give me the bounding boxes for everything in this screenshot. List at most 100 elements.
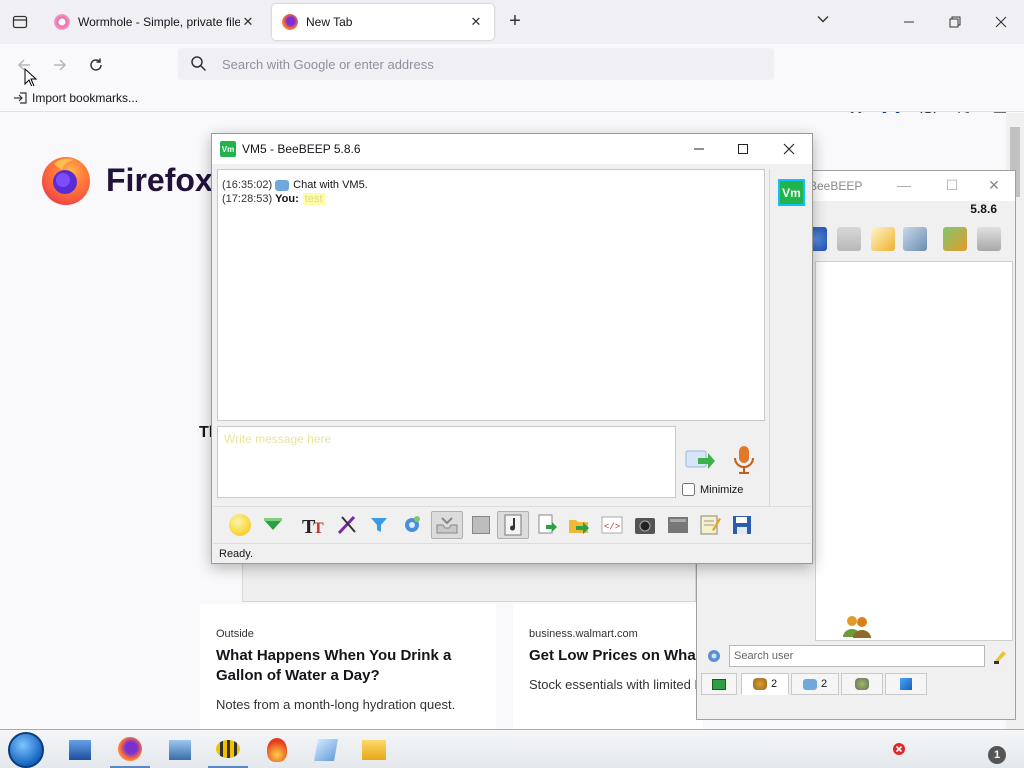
home-icon[interactable] bbox=[837, 227, 861, 251]
story-headline: What Happens When You Drink a Gallon of … bbox=[216, 647, 452, 684]
firefox-icon bbox=[118, 737, 142, 761]
tab-close-icon[interactable]: ✕ bbox=[240, 14, 256, 30]
main-tabs: 2 2 bbox=[701, 671, 1013, 697]
send-folder-button[interactable] bbox=[565, 511, 593, 539]
tab-wormhole[interactable]: Wormhole - Simple, private file ✕ bbox=[44, 4, 266, 40]
member-avatar[interactable]: Vm bbox=[778, 179, 805, 206]
html-button[interactable]: </> bbox=[598, 511, 626, 539]
sound-button[interactable] bbox=[497, 511, 529, 539]
message-timestamp: (16:35:02) bbox=[222, 179, 273, 191]
taskbar-notepad-app[interactable] bbox=[306, 732, 346, 768]
taskbar-beebeep-app[interactable] bbox=[208, 732, 248, 768]
send-file-button[interactable] bbox=[533, 511, 561, 539]
tab-close-icon[interactable]: ✕ bbox=[468, 14, 484, 30]
notes-button[interactable] bbox=[696, 511, 724, 539]
chat-message: (17:28:53) You: test bbox=[222, 192, 760, 206]
inbox-icon bbox=[436, 517, 458, 534]
share-icon[interactable] bbox=[943, 227, 967, 251]
save-chat-button[interactable] bbox=[431, 511, 463, 539]
tab-shares[interactable] bbox=[885, 673, 927, 695]
message-sender: You: bbox=[275, 193, 299, 205]
windows-taskbar: 1 bbox=[0, 729, 1024, 768]
chat-message-log[interactable]: (16:35:02) Chat with VM5. (17:28:53) You… bbox=[217, 169, 765, 421]
taskbar-firefox-app[interactable] bbox=[110, 732, 150, 768]
story-card[interactable]: Outside What Happens When You Drink a Ga… bbox=[200, 604, 496, 729]
clear-chat-button[interactable] bbox=[664, 511, 692, 539]
restore-icon bbox=[949, 16, 961, 28]
tab-groups[interactable] bbox=[841, 673, 883, 695]
new-tab-button[interactable]: + bbox=[505, 10, 525, 34]
taskbar-network-app[interactable] bbox=[160, 732, 200, 768]
message-input[interactable] bbox=[218, 427, 675, 497]
main-maximize-button[interactable]: ☐ bbox=[943, 177, 961, 195]
tab-chats[interactable]: 2 bbox=[791, 673, 839, 695]
main-minimize-button[interactable]: — bbox=[895, 177, 913, 195]
tray-error-icon[interactable] bbox=[892, 742, 906, 756]
emoticon-button[interactable] bbox=[226, 511, 254, 539]
document-arrow-icon bbox=[538, 514, 557, 534]
gear-icon[interactable] bbox=[705, 647, 723, 665]
taskbar-flame-app[interactable] bbox=[257, 732, 297, 768]
address-input[interactable] bbox=[222, 54, 742, 74]
tab-new-tab[interactable]: New Tab ✕ bbox=[272, 4, 494, 40]
microphone-icon[interactable] bbox=[732, 444, 756, 476]
settings-tools-icon[interactable] bbox=[903, 227, 927, 251]
trash-icon[interactable] bbox=[977, 227, 1001, 251]
expand-button[interactable] bbox=[259, 511, 287, 539]
chat-window-titlebar: Vm VM5 - BeeBEEP 5.8.6 bbox=[212, 134, 812, 164]
flag-icon bbox=[900, 678, 912, 690]
chat-maximize-button[interactable] bbox=[728, 139, 758, 159]
address-bar[interactable] bbox=[178, 48, 774, 80]
import-bookmarks-link[interactable]: Import bookmarks... bbox=[12, 91, 138, 105]
save-button[interactable] bbox=[728, 511, 756, 539]
send-message-icon[interactable] bbox=[684, 446, 716, 474]
chat-close-button[interactable] bbox=[774, 139, 804, 159]
minimize-check[interactable] bbox=[682, 483, 695, 496]
font-icon: TT bbox=[302, 516, 324, 536]
main-close-button[interactable]: ✕ bbox=[985, 177, 1003, 195]
folder-icon bbox=[362, 740, 386, 760]
filter-button[interactable] bbox=[365, 511, 393, 539]
taskbar-explorer-app[interactable] bbox=[60, 732, 100, 768]
story-card[interactable]: business.walmart.com Get Low Prices on W… bbox=[513, 604, 703, 729]
vm-badge-icon: Vm bbox=[220, 141, 236, 157]
message-compose-box[interactable] bbox=[217, 426, 676, 498]
message-text: test bbox=[302, 193, 325, 205]
reload-button[interactable] bbox=[84, 54, 108, 76]
user-list[interactable] bbox=[815, 261, 1013, 641]
reload-icon bbox=[90, 58, 102, 71]
monitor-icon bbox=[668, 517, 688, 533]
search-user-input[interactable] bbox=[729, 645, 985, 667]
story-source: Outside bbox=[216, 628, 254, 640]
arrow-right-icon bbox=[54, 59, 67, 71]
screenshot-button[interactable] bbox=[631, 511, 659, 539]
users-group-icon bbox=[843, 616, 871, 638]
notification-badge[interactable]: 1 bbox=[988, 746, 1006, 764]
svg-text:T: T bbox=[313, 520, 324, 536]
tab-title: New Tab bbox=[306, 15, 353, 29]
forward-button[interactable] bbox=[48, 54, 72, 76]
bookmarks-toolbar: Import bookmarks... bbox=[0, 86, 1024, 112]
minimize-label: Minimize bbox=[700, 483, 744, 496]
maximize-icon bbox=[738, 144, 748, 154]
edit-icon[interactable] bbox=[871, 227, 895, 251]
tab-network[interactable] bbox=[701, 673, 737, 695]
start-button[interactable] bbox=[8, 732, 44, 768]
flame-icon bbox=[267, 738, 287, 762]
window-restore-button[interactable] bbox=[943, 10, 967, 34]
taskbar-folder-app[interactable] bbox=[354, 732, 394, 768]
tab-users[interactable]: 2 bbox=[741, 673, 789, 695]
font-color-button[interactable] bbox=[333, 511, 361, 539]
minimize-checkbox[interactable]: Minimize bbox=[682, 483, 743, 496]
settings-button[interactable] bbox=[398, 511, 426, 539]
clear-search-icon[interactable] bbox=[991, 647, 1009, 665]
window-minimize-button[interactable] bbox=[897, 10, 921, 34]
tab-list-button[interactable] bbox=[8, 10, 32, 34]
spellcheck-button[interactable] bbox=[467, 511, 495, 539]
font-button[interactable]: TT bbox=[300, 511, 328, 539]
list-all-tabs-button[interactable] bbox=[816, 12, 830, 29]
search-icon bbox=[191, 56, 207, 72]
window-close-button[interactable] bbox=[989, 10, 1013, 34]
chat-minimize-button[interactable] bbox=[684, 139, 714, 159]
color-pen-icon bbox=[337, 515, 356, 535]
